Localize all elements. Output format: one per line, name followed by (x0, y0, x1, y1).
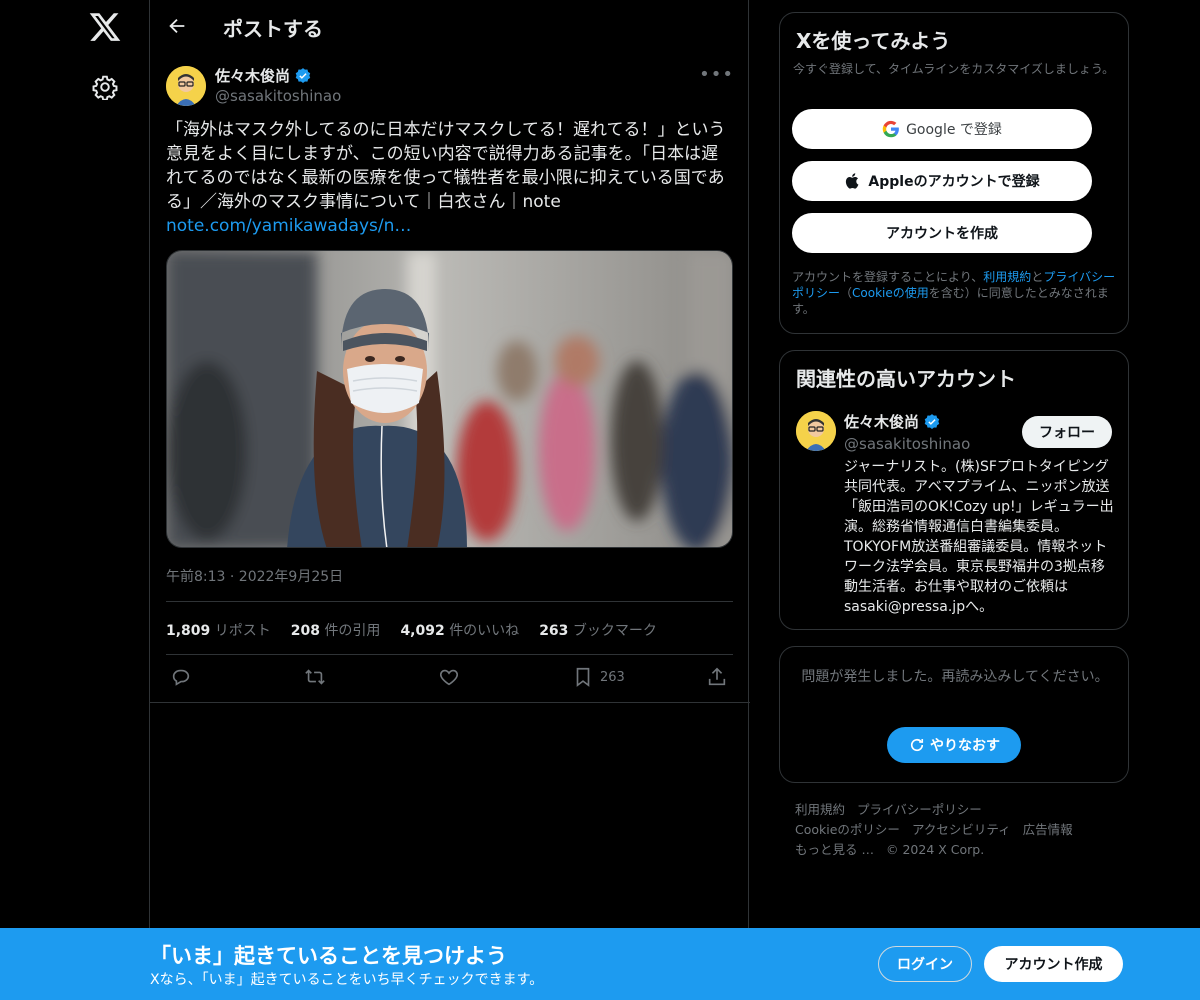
reposts-count: 1,809 (166, 623, 211, 639)
banner-create-account-button[interactable]: アカウント作成 (984, 946, 1123, 982)
login-button[interactable]: ログイン (878, 946, 972, 982)
author-name[interactable]: 佐々木俊尚 (215, 65, 290, 86)
bookmarks-count: 263 (539, 623, 569, 639)
bookmarks-label: ブックマーク (572, 623, 657, 639)
likes-label: 件のいいね (449, 623, 520, 639)
google-icon (882, 120, 899, 138)
banner-subline: Xなら、「いま」起きていることをいち早くチェックできます。 (150, 972, 544, 988)
signup-card: Xを使ってみよう 今すぐ登録して、タイムラインをカスタマイズしましょう。 Goo… (779, 12, 1129, 334)
repost-icon (305, 669, 325, 685)
divider (166, 601, 733, 602)
related-accounts-card: 関連性の高いアカウント 佐々木俊尚 @sasakitoshinao フォロー ジ… (779, 350, 1129, 630)
footer-more-link[interactable]: もっと見る … (795, 842, 874, 857)
retry-label: やりなおす (930, 738, 1000, 754)
apple-signup-label: Appleのアカウントで登録 (868, 174, 1040, 190)
reply-button[interactable] (170, 666, 192, 688)
post-body: 「海外はマスク外してるのに日本だけマスクしてる！遅れてる！」という 意見をよく目… (166, 118, 734, 238)
divider (150, 702, 750, 703)
related-bio: ジャーナリスト。(株)SFプロトタイピング共同代表。アベマプライム、ニッポン放送… (844, 459, 1114, 615)
divider (166, 654, 733, 655)
reply-icon (172, 669, 190, 686)
signup-legal: アカウントを登録することにより、利用規約とプライバシーポリシー（Cookieの使… (792, 269, 1122, 317)
related-name[interactable]: 佐々木俊尚 (844, 411, 919, 432)
author-handle[interactable]: @sasakitoshinao (215, 87, 341, 105)
more-options-icon[interactable]: ••• (699, 64, 734, 85)
verified-badge-icon (924, 413, 940, 429)
bookmarks-stat[interactable]: 263 ブックマーク (539, 620, 657, 640)
verified-badge-icon (295, 67, 311, 83)
post-stats: 1,809 リポスト 208 件の引用 4,092 件のいいね 263 ブックマ… (166, 620, 657, 640)
likes-count: 4,092 (400, 623, 445, 639)
quotes-label: 件の引用 (324, 623, 381, 639)
legal-and: と (1031, 270, 1044, 284)
quotes-stat[interactable]: 208 件の引用 (291, 620, 381, 640)
google-signup-button[interactable]: Google で登録 (792, 109, 1092, 149)
signup-subtitle: 今すぐ登録して、タイムラインをカスタマイズしましょう。 (793, 62, 1115, 76)
error-card: 問題が発生しました。再読み込みしてください。 やりなおす (779, 646, 1129, 783)
footer-terms-link[interactable]: 利用規約 (795, 802, 845, 817)
left-nav (0, 0, 150, 1000)
follow-button[interactable]: フォロー (1022, 416, 1112, 448)
quotes-count: 208 (290, 623, 320, 639)
apple-signup-button[interactable]: Appleのアカウントで登録 (792, 161, 1092, 201)
footer-links: 利用規約 プライバシーポリシー Cookieのポリシー アクセシビリティ 広告情報 も… (795, 800, 1125, 860)
refresh-icon (910, 738, 924, 752)
related-handle[interactable]: @sasakitoshinao (844, 435, 970, 453)
cookie-link[interactable]: Cookieの使用 (852, 286, 929, 300)
share-button[interactable] (706, 666, 728, 688)
post-link[interactable]: note.com/yamikawadays/n… (166, 216, 411, 236)
google-signup-label: Google で登録 (906, 122, 1002, 138)
post-image[interactable] (166, 250, 733, 548)
repost-button[interactable] (304, 666, 326, 688)
apple-icon (846, 173, 859, 189)
reposts-label: リポスト (214, 623, 271, 639)
likes-stat[interactable]: 4,092 件のいいね (400, 620, 519, 640)
bookmark-icon (576, 667, 590, 687)
masked-woman-photo (167, 251, 732, 547)
bookmark-button[interactable]: 263 (572, 666, 625, 688)
legal-open: （ (840, 286, 853, 300)
page-header: ポストする (150, 0, 748, 53)
page-title: ポストする (223, 17, 323, 41)
like-button[interactable] (438, 666, 460, 688)
main-column: ポストする 佐々木俊尚 @sasakitoshinao ••• 「海外はマスク外… (149, 0, 750, 1000)
retry-button[interactable]: やりなおす (887, 727, 1021, 763)
post-timestamp[interactable]: 午前8:13 · 2022年9月25日 (166, 566, 343, 586)
related-title: 関連性の高いアカウント (796, 367, 1016, 391)
x-logo-icon[interactable] (88, 10, 122, 44)
back-arrow-icon[interactable] (166, 15, 188, 37)
create-account-button[interactable]: アカウントを作成 (792, 213, 1092, 253)
bookmark-count: 263 (600, 669, 625, 685)
create-account-label: アカウントを作成 (886, 226, 998, 242)
post-actions: 263 (166, 664, 733, 694)
related-name-row[interactable]: 佐々木俊尚 (844, 411, 941, 432)
footer-ads-link[interactable]: 広告情報 (1023, 822, 1073, 837)
footer-cookie-link[interactable]: Cookieのポリシー (795, 822, 900, 837)
avatar[interactable] (796, 411, 836, 451)
error-message: 問題が発生しました。再読み込みしてください。 (801, 669, 1109, 685)
footer-copyright: © 2024 X Corp. (885, 842, 985, 857)
footer-accessibility-link[interactable]: アクセシビリティ (912, 822, 1011, 837)
author-name-row[interactable]: 佐々木俊尚 (215, 65, 312, 86)
heart-icon (440, 669, 458, 686)
terms-link[interactable]: 利用規約 (983, 270, 1031, 284)
footer-privacy-link[interactable]: プライバシーポリシー (857, 802, 982, 817)
reposts-stat[interactable]: 1,809 リポスト (166, 620, 271, 640)
avatar[interactable] (166, 66, 206, 106)
gear-icon[interactable] (92, 74, 118, 100)
legal-prefix: アカウントを登録することにより、 (792, 270, 984, 284)
signup-title: Xを使ってみよう (796, 29, 951, 53)
banner-headline: 「いま」起きていることを見つけよう (150, 944, 507, 968)
post-text: 「海外はマスク外してるのに日本だけマスクしてる！遅れてる！」という 意見をよく目… (166, 120, 726, 212)
share-icon (708, 667, 726, 686)
post-author: 佐々木俊尚 @sasakitoshinao ••• (166, 64, 734, 108)
